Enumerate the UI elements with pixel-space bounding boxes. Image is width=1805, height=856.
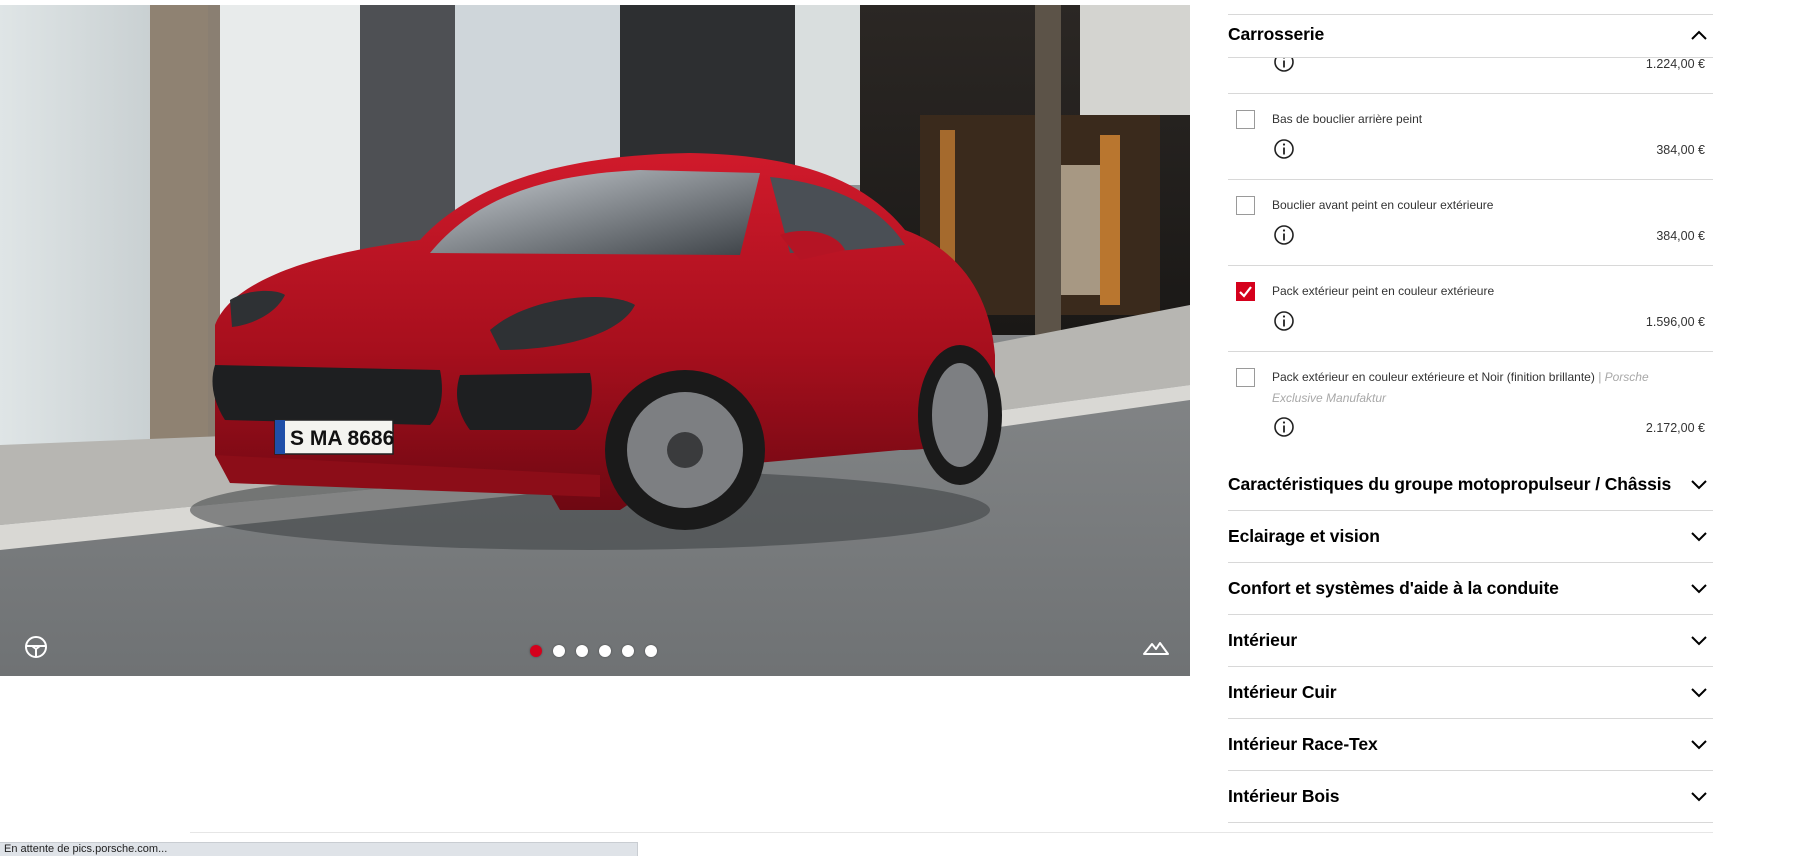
option-checkbox[interactable] [1236,196,1255,215]
chevron-down-icon [1689,579,1709,599]
gallery-dot-1[interactable] [530,645,542,657]
option-price: 384,00 € [1656,143,1705,157]
option-price: 384,00 € [1656,229,1705,243]
section-title: Eclairage et vision [1228,526,1380,546]
option-label: Pack extérieur en couleur extérieure et … [1272,367,1702,409]
gallery-dot-6[interactable] [645,645,657,657]
gallery-dot-3[interactable] [576,645,588,657]
background-scene-button[interactable] [1142,633,1170,661]
divider [190,832,1713,833]
chevron-down-icon [1689,631,1709,651]
car-photo: S MA 8686 [0,5,1190,676]
car-image-gallery[interactable]: S MA 8686 [0,5,1190,676]
chevron-down-icon [1689,683,1709,703]
option-row: Pack extérieur en couleur extérieure et … [1228,352,1713,456]
chevron-down-icon [1689,787,1709,807]
landscape-icon [1143,642,1169,655]
option-label: Bouclier avant peint en couleur extérieu… [1272,198,1494,212]
option-checkbox[interactable] [1236,368,1255,387]
info-icon[interactable] [1273,138,1295,160]
option-price: 1.224,00 € [1645,58,1705,71]
options-panel: Carrosserie 1.224,00 € Bas de bouclier a… [1228,0,1713,856]
gallery-pagination [530,645,657,657]
section-header[interactable]: Intérieur Cuir [1228,667,1713,719]
section-title: Carrosserie [1228,24,1325,44]
gallery-dot-2[interactable] [553,645,565,657]
section-title: Intérieur Race-Tex [1228,734,1378,754]
section-title: Intérieur Cuir [1228,682,1337,702]
option-row: Bouclier avant peint en couleur extérieu… [1228,180,1713,266]
info-icon[interactable] [1273,310,1295,332]
interior-view-button[interactable] [22,633,50,661]
section-title: Intérieur [1228,630,1298,650]
chevron-down-icon [1689,475,1709,495]
option-row-partial: 1.224,00 € [1228,58,1713,94]
section-carrosserie-header[interactable]: Carrosserie [1228,12,1713,58]
option-checkbox[interactable] [1236,110,1255,129]
section-header[interactable]: Intérieur [1228,615,1713,667]
option-checkbox-checked[interactable] [1236,282,1255,301]
gallery-dot-5[interactable] [622,645,634,657]
checkmark-icon [1239,286,1252,298]
option-label: Bas de bouclier arrière peint [1272,112,1423,126]
section-header[interactable]: Intérieur Bois [1228,771,1713,823]
gallery-dot-4[interactable] [599,645,611,657]
chevron-up-icon [1689,25,1709,45]
section-title: Intérieur Bois [1228,786,1340,806]
browser-status-bar: En attente de pics.porsche.com... [0,842,638,856]
info-icon[interactable] [1273,224,1295,246]
option-row: Pack extérieur peint en couleur extérieu… [1228,266,1713,352]
section-header[interactable]: Intérieur Race-Tex [1228,719,1713,771]
option-price: 1.596,00 € [1645,315,1705,329]
section-header[interactable]: Caractéristiques du groupe motopropulseu… [1228,459,1713,511]
section-header[interactable]: Eclairage et vision [1228,511,1713,563]
svg-text:S MA 8686: S MA 8686 [290,427,394,450]
option-row: Bas de bouclier arrière peint 384,00 € [1228,94,1713,180]
section-title: Confort et systèmes d'aide à la conduite [1228,578,1559,598]
chevron-down-icon [1689,735,1709,755]
option-label-text: Pack extérieur en couleur extérieure et … [1272,370,1595,384]
option-price: 2.172,00 € [1645,421,1705,435]
section-header[interactable]: Confort et systèmes d'aide à la conduite [1228,563,1713,615]
steering-wheel-icon [25,636,47,658]
option-label: Pack extérieur peint en couleur extérieu… [1272,284,1495,298]
info-icon[interactable] [1273,416,1295,438]
section-title: Caractéristiques du groupe motopropulseu… [1228,474,1672,494]
info-icon[interactable] [1273,58,1295,73]
chevron-down-icon [1689,527,1709,547]
